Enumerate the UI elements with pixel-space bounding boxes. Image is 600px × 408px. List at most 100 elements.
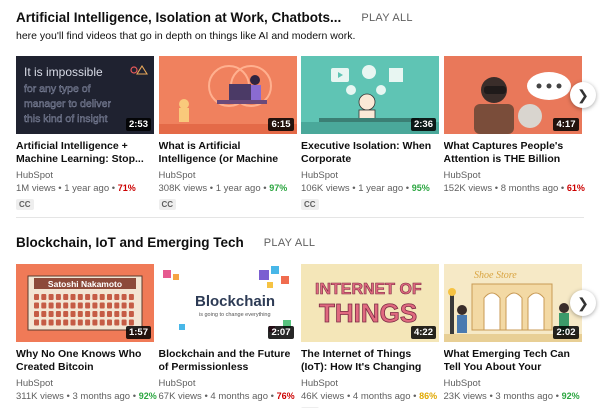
code-block: [70, 319, 76, 326]
code-block: [121, 294, 127, 300]
video-title[interactable]: Executive Isolation: When Corporate Comm…: [301, 140, 439, 166]
channel-name[interactable]: HubSpot: [444, 170, 582, 181]
code-block: [114, 311, 120, 317]
duration-badge: 2:53: [125, 118, 151, 131]
separator: •: [209, 183, 214, 194]
channel-name[interactable]: HubSpot: [301, 170, 439, 181]
video-thumbnail[interactable]: It is impossible for any type of manager…: [16, 56, 154, 134]
next-arrow-button[interactable]: ❯: [570, 290, 596, 316]
thumb-text-1: Blockchain: [195, 293, 275, 310]
separator: •: [413, 391, 417, 402]
duration-badge: 4:22: [410, 326, 436, 339]
separator: •: [494, 183, 499, 194]
code-block: [99, 302, 105, 309]
video-card[interactable]: 4:17 What Captures People's Attention is…: [443, 56, 585, 212]
thumb-text-4: this kind of insight: [24, 113, 108, 125]
view-count: 311K views: [16, 391, 64, 402]
rating-percent: 97%: [269, 183, 288, 193]
play-all-button[interactable]: PLAY ALL: [361, 12, 413, 24]
video-thumbnail[interactable]: Shoe Store 2:02: [443, 264, 582, 342]
rating-percent: 92%: [138, 391, 157, 401]
video-title[interactable]: What Captures People's Attention is THE …: [444, 140, 582, 166]
separator: •: [132, 391, 137, 402]
video-title[interactable]: Why No One Knows Who Created Bitcoin: [16, 348, 154, 374]
video-title[interactable]: Blockchain and the Future of Permissionl…: [159, 348, 297, 374]
channel-name[interactable]: HubSpot: [159, 170, 297, 181]
code-block: [128, 302, 134, 309]
shelf-ai-isolation: Artificial Intelligence, Isolation at Wo…: [0, 0, 600, 215]
rating-percent: 86%: [419, 391, 438, 401]
video-title[interactable]: What Emerging Tech Can Tell You About Yo…: [444, 348, 582, 374]
cc-badge: CC: [158, 199, 177, 210]
code-block: [99, 311, 105, 317]
video-meta: 308K views • 1 year ago • 97%: [159, 183, 297, 194]
video-meta: 1M views • 1 year ago • 71%: [16, 183, 154, 194]
video-card[interactable]: 6:15 What is Artificial Intelligence (or…: [158, 56, 297, 212]
code-block: [41, 311, 47, 317]
video-card[interactable]: 2:36 Executive Isolation: When Corporate…: [301, 56, 439, 212]
thumb-text-1: Satoshi Nakamoto: [48, 279, 122, 289]
code-block: [55, 311, 61, 317]
separator: •: [555, 391, 559, 402]
code-block: [41, 319, 47, 326]
separator: •: [346, 391, 351, 402]
channel-name[interactable]: HubSpot: [16, 170, 154, 181]
shelf-title[interactable]: Artificial Intelligence, Isolation at Wo…: [16, 10, 341, 25]
code-block: [92, 294, 98, 300]
video-thumbnail[interactable]: 4:17: [443, 56, 582, 134]
code-block: [34, 319, 39, 326]
view-count: 106K views: [301, 183, 350, 194]
thumb-text-1: Shoe Store: [474, 270, 517, 281]
video-card[interactable]: Shoe Store 2:02 What Emerging Tech Can T…: [443, 264, 582, 408]
play-all-button[interactable]: PLAY ALL: [264, 237, 316, 249]
duration-badge: 1:57: [125, 326, 151, 339]
channel-name[interactable]: HubSpot: [444, 378, 582, 389]
video-thumbnail[interactable]: Blockchain is going to change everything…: [158, 264, 297, 342]
shelf-blockchain-iot: Blockchain, IoT and Emerging Tech PLAY A…: [0, 225, 600, 408]
shelf-description: here you'll find videos that go in depth…: [16, 30, 356, 42]
shelf-header: Artificial Intelligence, Isolation at Wo…: [16, 10, 413, 25]
shelf-title[interactable]: Blockchain, IoT and Emerging Tech: [16, 235, 244, 250]
code-block: [77, 311, 83, 317]
duration-badge: 2:07: [268, 326, 294, 339]
video-card[interactable]: Satoshi Nakamoto 1:57 Why No One Knows W…: [16, 264, 157, 408]
code-block: [77, 294, 83, 300]
video-card[interactable]: INTERNET OF THINGS 4:22 The Internet of …: [301, 264, 439, 408]
video-thumbnail[interactable]: Satoshi Nakamoto 1:57: [16, 264, 154, 342]
code-block: [41, 294, 47, 300]
thumb-text-1: It is impossible: [24, 65, 103, 79]
next-arrow-button[interactable]: ❯: [570, 82, 596, 108]
code-block: [48, 294, 54, 300]
video-title[interactable]: What is Artificial Intelligence (or Mach…: [159, 140, 297, 166]
code-block: [70, 294, 76, 300]
video-card[interactable]: Blockchain is going to change everything…: [158, 264, 297, 408]
code-block: [34, 294, 39, 300]
channel-name[interactable]: HubSpot: [159, 378, 297, 389]
separator: •: [204, 391, 208, 402]
code-block: [85, 319, 91, 326]
video-thumbnail[interactable]: 2:36: [301, 56, 439, 134]
video-thumbnail[interactable]: 6:15: [158, 56, 297, 134]
code-block: [34, 311, 39, 317]
video-title[interactable]: Artificial Intelligence + Machine Learni…: [16, 140, 154, 166]
upload-age: 1 year ago: [358, 183, 404, 194]
channel-name[interactable]: HubSpot: [301, 378, 439, 389]
video-thumbnail[interactable]: INTERNET OF THINGS 4:22: [301, 264, 439, 342]
separator: •: [263, 183, 267, 194]
code-block: [48, 302, 54, 309]
shelf-divider: [16, 217, 584, 218]
code-block: [85, 294, 91, 300]
duration-badge: 4:17: [553, 118, 579, 131]
code-block: [41, 302, 47, 309]
view-count: 46K views: [301, 391, 345, 402]
video-card[interactable]: It is impossible for any type of manager…: [16, 56, 154, 212]
code-block: [128, 311, 134, 317]
video-meta: 152K views • 8 months ago • 61%: [444, 183, 585, 194]
upload-age: 4 months ago: [210, 391, 268, 402]
video-title[interactable]: The Internet of Things (IoT): How It's C…: [301, 348, 439, 374]
rating-percent: 71%: [117, 183, 136, 193]
channel-name[interactable]: HubSpot: [16, 378, 154, 389]
code-block: [55, 294, 61, 300]
code-block: [34, 302, 39, 309]
code-block: [92, 311, 98, 317]
